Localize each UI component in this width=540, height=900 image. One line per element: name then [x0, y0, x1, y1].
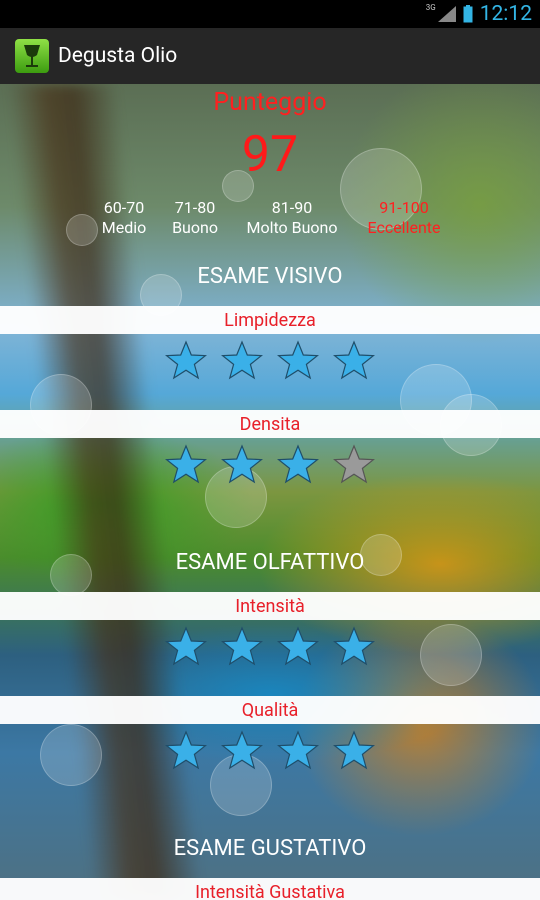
- criterion-label-intensita: Intensità: [0, 592, 540, 620]
- section-title-olfattivo: ESAME OLFATTIVO: [175, 550, 365, 575]
- range-molto-buono: 81-90 Molto Buono: [240, 198, 344, 238]
- range-value: 81-90: [271, 198, 313, 217]
- section-title-visivo: ESAME VISIVO: [197, 264, 343, 289]
- star-filled-icon[interactable]: [165, 730, 207, 772]
- criterion-label-intensita-gustativa: Intensità Gustativa: [0, 878, 540, 900]
- star-filled-icon[interactable]: [165, 340, 207, 382]
- range-medio: 60-70 Medio: [96, 198, 152, 238]
- score-value: 97: [241, 126, 299, 184]
- action-bar: Degusta Olio: [0, 28, 540, 84]
- bokeh-light: [66, 214, 98, 246]
- star-filled-icon[interactable]: [165, 626, 207, 668]
- range-eccellente: 91-100 Eccellente: [362, 198, 446, 238]
- range-label: Buono: [172, 218, 218, 237]
- battery-icon: [463, 5, 473, 23]
- section-title-gustativo: ESAME GUSTATIVO: [173, 836, 367, 861]
- range-label: Eccellente: [367, 218, 441, 237]
- range-buono: 71-80 Buono: [166, 198, 224, 238]
- star-rating-limpidezza[interactable]: [0, 340, 540, 382]
- star-rating-qualita[interactable]: [0, 730, 540, 772]
- star-filled-icon[interactable]: [333, 626, 375, 668]
- criterion-label-qualita: Qualità: [0, 696, 540, 724]
- star-empty-icon[interactable]: [333, 444, 375, 486]
- score-title: Punteggio: [213, 88, 327, 117]
- star-filled-icon[interactable]: [221, 340, 263, 382]
- star-filled-icon[interactable]: [221, 444, 263, 486]
- clock: 12:12: [479, 2, 532, 26]
- range-value: 60-70: [103, 198, 145, 217]
- range-label: Molto Buono: [246, 218, 338, 237]
- star-rating-intensita[interactable]: [0, 626, 540, 668]
- star-filled-icon[interactable]: [333, 340, 375, 382]
- range-value: 71-80: [174, 198, 216, 217]
- criterion-label-densita: Densita: [0, 410, 540, 438]
- signal-icon: [437, 6, 456, 22]
- criterion-label-limpidezza: Limpidezza: [0, 306, 540, 334]
- star-filled-icon[interactable]: [221, 730, 263, 772]
- star-filled-icon[interactable]: [165, 444, 207, 486]
- app-title: Degusta Olio: [58, 44, 178, 68]
- wine-glass-icon[interactable]: [15, 39, 49, 73]
- range-value: 91-100: [379, 198, 429, 217]
- status-bar: 3G 12:12: [0, 0, 540, 28]
- star-rating-densita[interactable]: [0, 444, 540, 486]
- range-label: Medio: [101, 218, 147, 237]
- network-type: 3G: [425, 2, 436, 12]
- star-filled-icon[interactable]: [277, 626, 319, 668]
- star-filled-icon[interactable]: [221, 626, 263, 668]
- star-filled-icon[interactable]: [277, 340, 319, 382]
- star-filled-icon[interactable]: [277, 444, 319, 486]
- score-content: Punteggio 97 60-70 Medio 71-80 Buono 81-…: [0, 84, 540, 900]
- star-filled-icon[interactable]: [333, 730, 375, 772]
- star-filled-icon[interactable]: [277, 730, 319, 772]
